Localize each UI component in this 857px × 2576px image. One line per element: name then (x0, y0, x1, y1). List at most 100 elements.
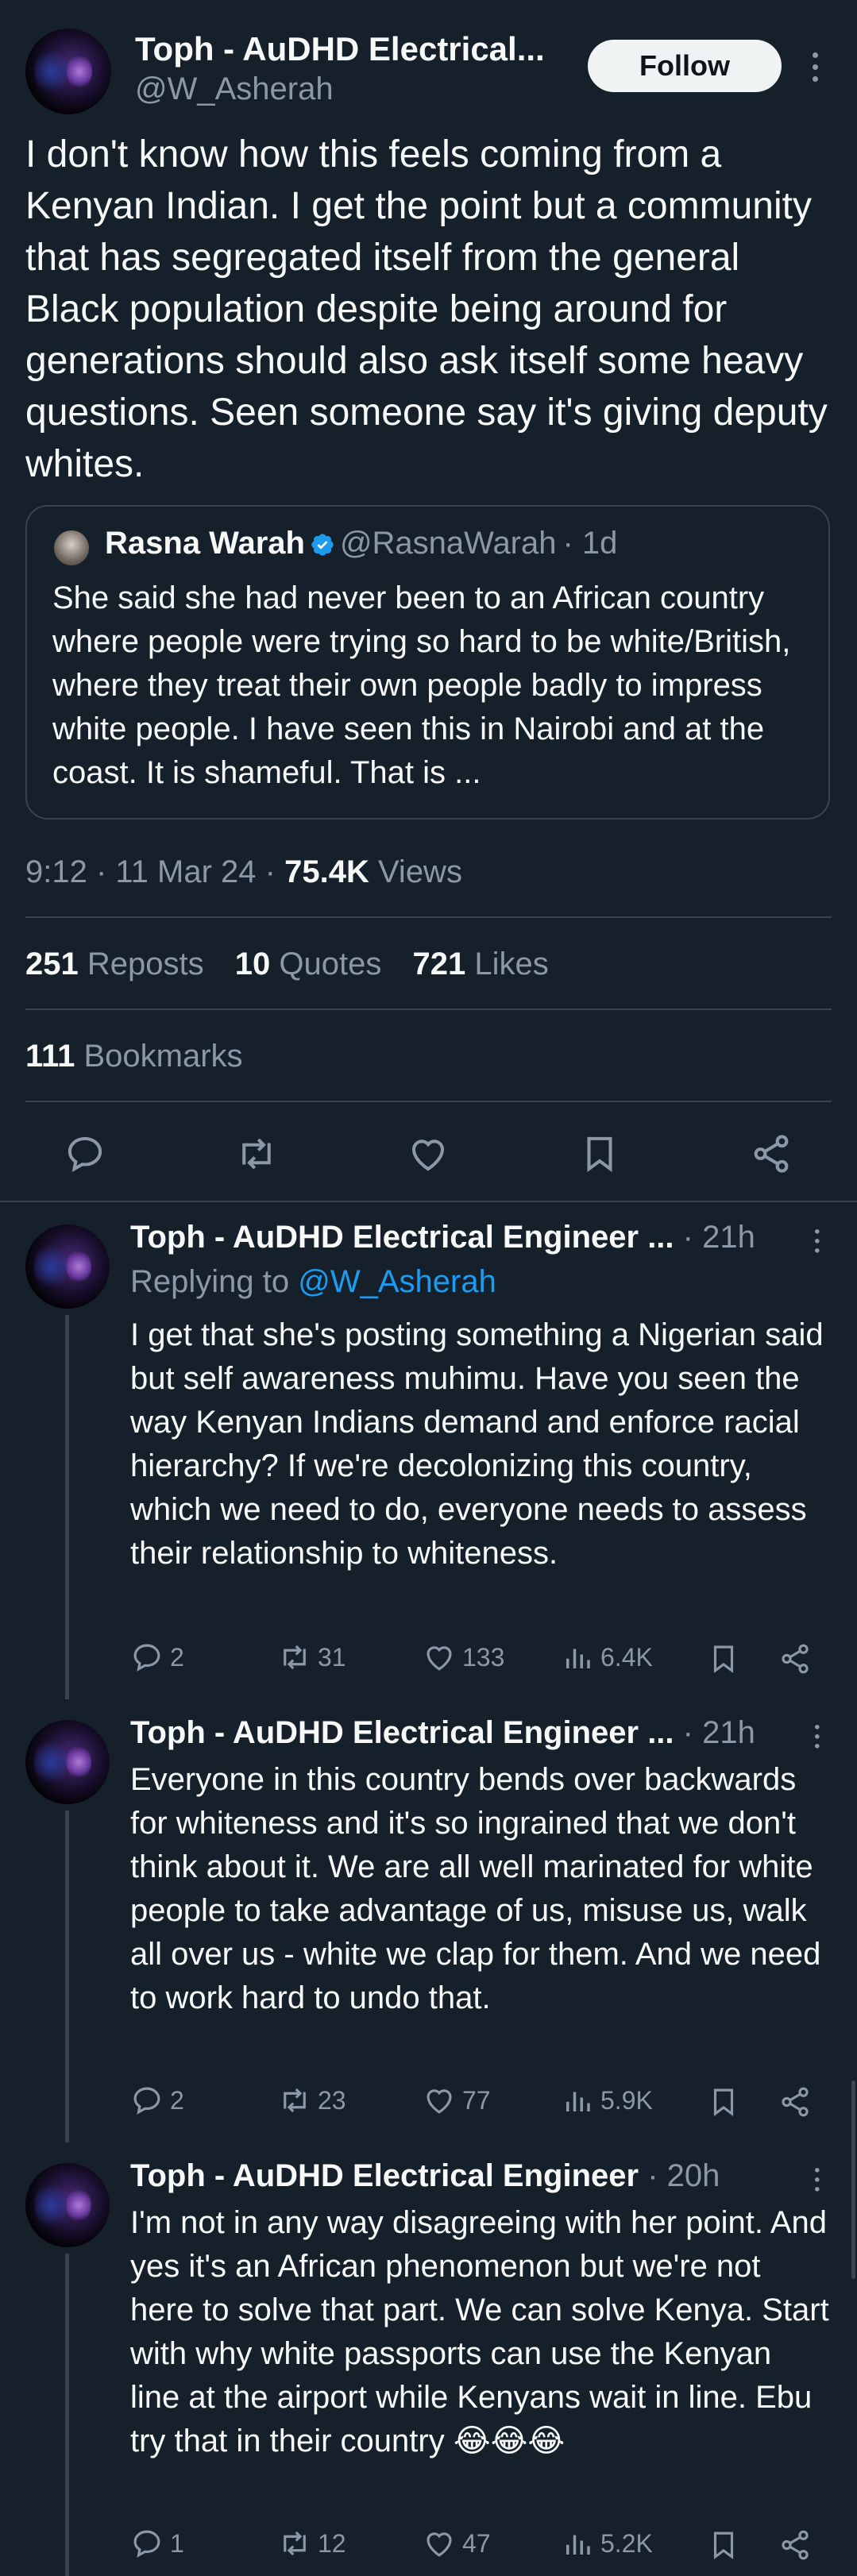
quote-author-name: Rasna Warah (105, 526, 305, 561)
reply-text: Everyone in this country bends over back… (130, 1762, 821, 2015)
bookmark-icon[interactable] (707, 2085, 740, 2119)
reply-author-name[interactable]: Toph - AuDHD Electrical Engineer ... (130, 1220, 674, 1255)
quote-text: She said she had never been to an Africa… (52, 580, 791, 790)
bookmark-icon[interactable] (578, 1132, 621, 1175)
reply-header: Toph - AuDHD Electrical Engineer ... · 2… (130, 1715, 755, 1751)
thread-line (65, 1811, 69, 2142)
bookmarks-label: Bookmarks (83, 1039, 243, 1074)
reply-replies-metric[interactable]: 2 (130, 1641, 184, 1674)
likes-count: 721 (412, 947, 466, 981)
more-options-icon[interactable] (815, 1229, 820, 1258)
reply-views-metric[interactable]: 6.4K (561, 1641, 653, 1674)
reply-reposts-metric[interactable]: 31 (278, 1641, 346, 1674)
reply-views-metric[interactable]: 5.2K (561, 2527, 653, 2560)
more-options-icon[interactable] (813, 52, 819, 88)
views-count: 75.4K (284, 854, 369, 889)
likes-label: Likes (474, 947, 549, 981)
quote-author-avatar (54, 530, 89, 565)
reply-likes-metric[interactable]: 133 (423, 1641, 504, 1674)
share-icon[interactable] (778, 1642, 812, 1676)
replies-count: 1 (170, 2528, 184, 2558)
replies-count: 2 (170, 2085, 184, 2115)
quote-author-handle: @RasnaWarah (339, 526, 557, 561)
reply-reposts-metric[interactable]: 12 (278, 2527, 346, 2560)
divider (25, 1008, 832, 1010)
views-count: 5.9K (600, 2085, 653, 2115)
replying-to-link[interactable]: @W_Asherah (298, 1264, 496, 1299)
share-icon[interactable] (778, 2085, 812, 2119)
follow-button[interactable]: Follow (588, 40, 782, 92)
divider (25, 1101, 832, 1102)
like-icon[interactable] (407, 1132, 450, 1175)
reply-header: Toph - AuDHD Electrical Engineer ... · 2… (130, 1220, 755, 1255)
replies-count: 2 (170, 1642, 184, 1672)
reply-replies-metric[interactable]: 2 (130, 2084, 184, 2117)
likes-stat[interactable]: 721 Likes (412, 947, 548, 981)
reply-likes-metric[interactable]: 77 (423, 2084, 491, 2117)
bookmark-icon[interactable] (707, 1642, 740, 1676)
likes-count: 47 (462, 2528, 491, 2558)
reply-icon (133, 2087, 160, 2115)
reposts-count: 251 (25, 947, 79, 981)
bookmark-icon[interactable] (707, 2528, 740, 2562)
like-icon (427, 2532, 452, 2557)
reply-avatar[interactable] (25, 2163, 110, 2247)
quote-time: · 1d (562, 526, 618, 561)
replying-to-line: Replying to @W_Asherah (130, 1264, 496, 1300)
repost-icon (284, 2088, 306, 2113)
quote-header: Rasna Warah @RasnaWarah · 1d (105, 526, 617, 561)
reply-time[interactable]: · 21h (683, 1220, 755, 1255)
reply-icon (133, 2530, 160, 2558)
views-icon (566, 2092, 590, 2111)
reply-text: I get that she's posting something a Nig… (130, 1317, 824, 1571)
reply-text: I'm not in any way disagreeing with her … (130, 2205, 829, 2458)
reposts-count: 23 (318, 2085, 346, 2115)
share-icon[interactable] (750, 1132, 793, 1175)
divider (25, 916, 832, 918)
replying-to-prefix: Replying to (130, 1264, 290, 1299)
post-text: I don't know how this feels coming from … (25, 133, 828, 485)
reply-icon (133, 1644, 160, 1672)
more-options-icon[interactable] (815, 2168, 820, 2196)
post-timestamp: 9:12 · 11 Mar 24 · (25, 854, 276, 889)
repost-icon (284, 2531, 306, 2556)
share-icon[interactable] (778, 2528, 812, 2562)
reply-time[interactable]: · 20h (647, 2158, 720, 2193)
author-handle[interactable]: @W_Asherah (135, 71, 334, 107)
views-icon (566, 1649, 590, 1668)
reply-avatar[interactable] (25, 1224, 110, 1309)
quotes-label: Quotes (279, 947, 382, 981)
views-count: 5.2K (600, 2528, 653, 2558)
reposts-stat[interactable]: 251 Reposts (25, 947, 204, 981)
author-avatar[interactable] (25, 29, 111, 114)
thread-line (65, 2254, 69, 2576)
quotes-stat[interactable]: 10 Quotes (235, 947, 382, 981)
author-name[interactable]: Toph - AuDHD Electrical... (135, 30, 545, 68)
more-options-icon[interactable] (815, 1725, 820, 1753)
reply-avatar[interactable] (25, 1720, 110, 1804)
views-count: 6.4K (600, 1642, 653, 1672)
reposts-count: 31 (318, 1642, 346, 1672)
quoted-post[interactable]: Rasna Warah @RasnaWarah · 1d She said she … (25, 505, 830, 819)
repost-icon[interactable] (235, 1132, 278, 1175)
likes-count: 133 (462, 1642, 505, 1672)
reposts-label: Reposts (87, 947, 204, 981)
scrollbar[interactable] (851, 2080, 855, 2279)
reply-author-name[interactable]: Toph - AuDHD Electrical Engineer (130, 2158, 639, 2193)
reply-likes-metric[interactable]: 47 (423, 2527, 491, 2560)
views-icon (566, 2535, 590, 2555)
like-icon (427, 1646, 452, 1671)
thread-line (65, 1315, 69, 1699)
reply-author-name[interactable]: Toph - AuDHD Electrical Engineer ... (130, 1715, 674, 1750)
bookmarks-stat[interactable]: 111 Bookmarks (25, 1039, 243, 1074)
reposts-count: 12 (318, 2528, 346, 2558)
reply-views-metric[interactable]: 5.9K (561, 2084, 653, 2117)
reply-reposts-metric[interactable]: 23 (278, 2084, 346, 2117)
reply-icon[interactable] (64, 1132, 106, 1175)
reply-replies-metric[interactable]: 1 (130, 2527, 184, 2560)
post-timestamp-line: 9:12 · 11 Mar 24 · 75.4K Views (25, 854, 462, 890)
reply-time[interactable]: · 21h (683, 1715, 755, 1750)
verified-badge-icon (311, 534, 334, 556)
bookmarks-count: 111 (25, 1039, 75, 1074)
likes-count: 77 (462, 2085, 491, 2115)
